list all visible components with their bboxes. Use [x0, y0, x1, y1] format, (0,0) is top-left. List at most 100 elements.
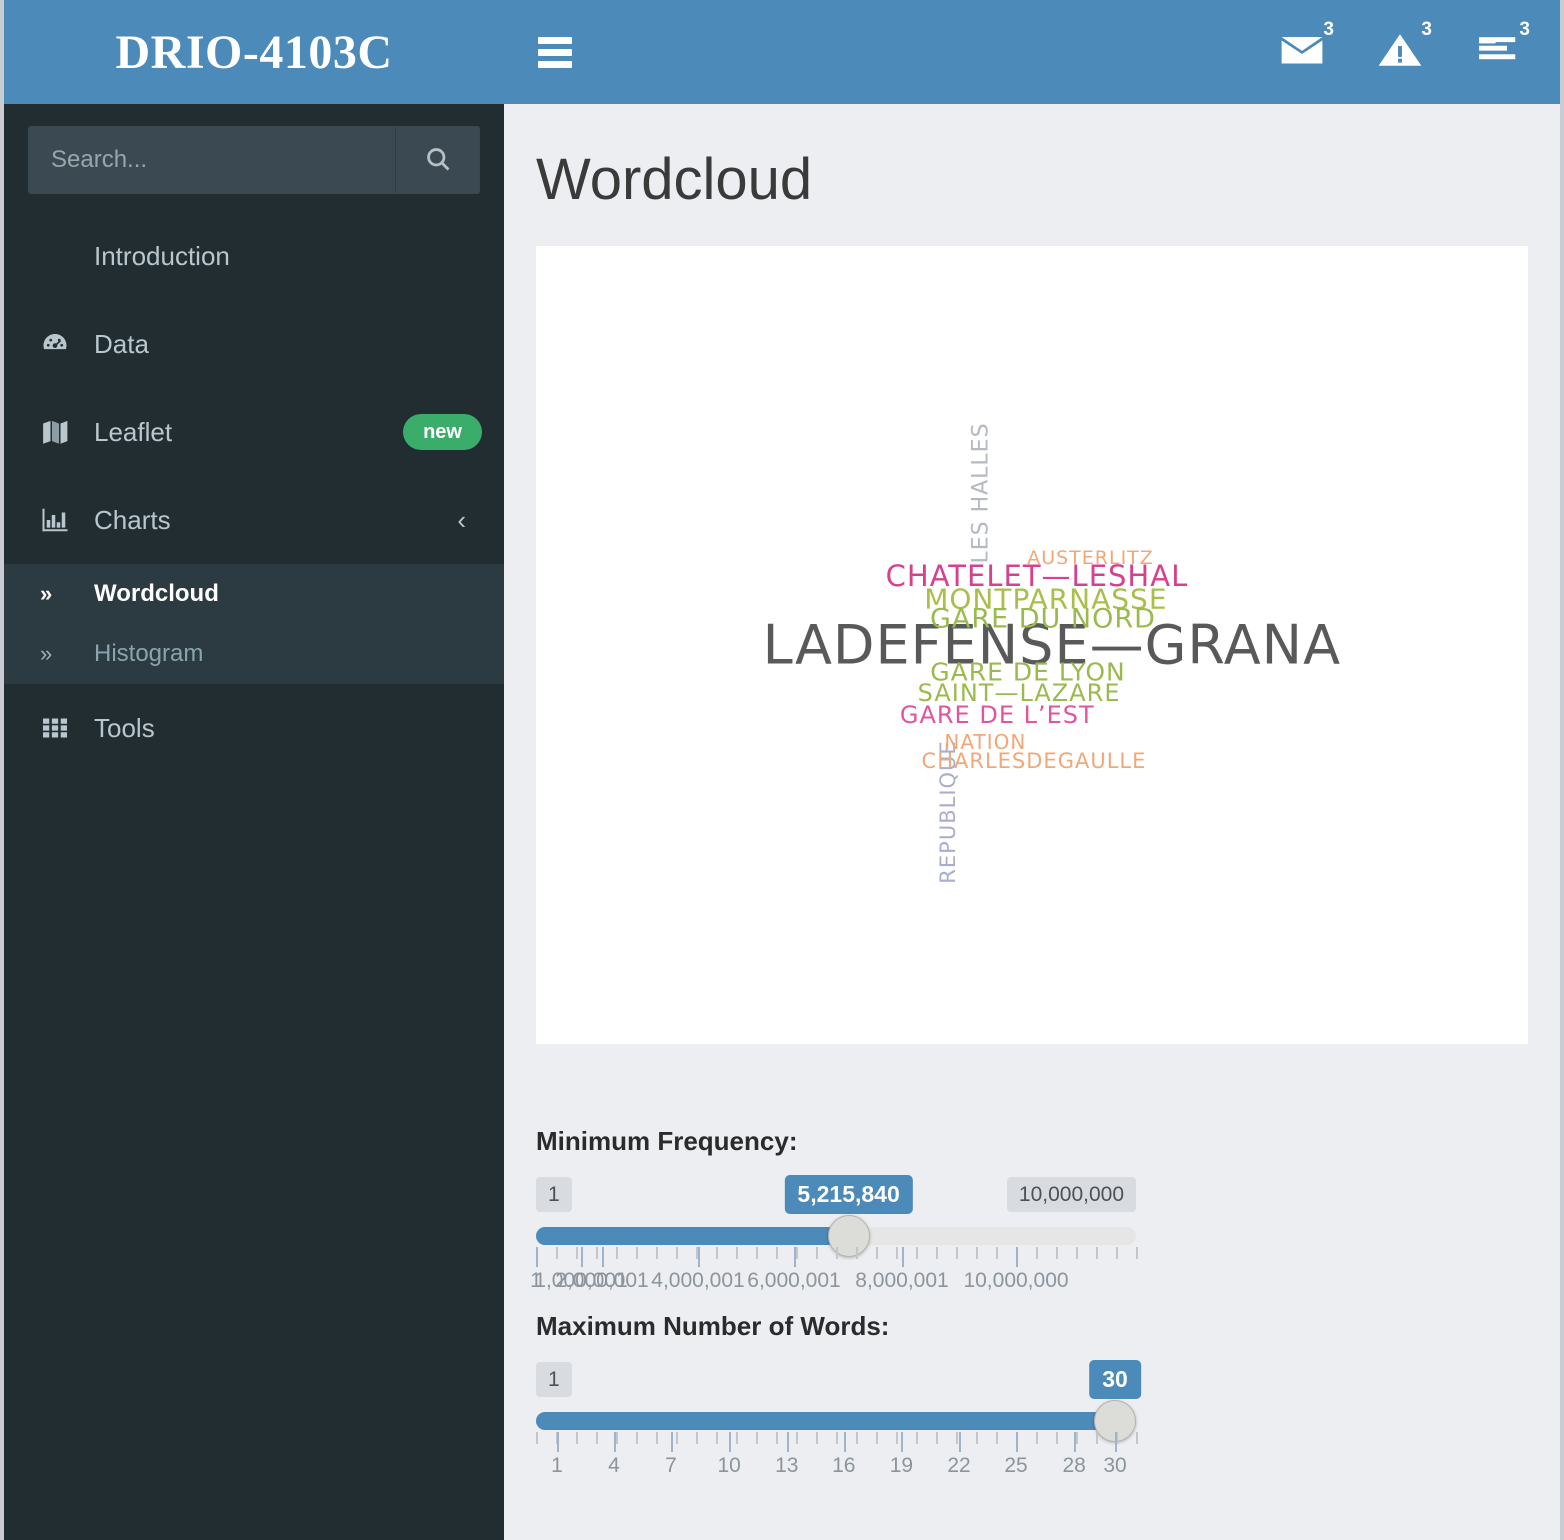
page-title: Wordcloud [536, 147, 813, 212]
max-words-min-pip: 1 [536, 1361, 572, 1397]
slider-tick [1096, 1246, 1098, 1259]
max-words-track[interactable] [536, 1399, 1136, 1442]
slider-tick [916, 1431, 918, 1444]
tasks-icon [1475, 29, 1521, 76]
min-frequency-pips: 1 5,215,840 10,000,000 [536, 1174, 1136, 1223]
wordcloud-panel: LADEFENSE—GRANA CHATELET—LESHAL MONTPARNAS… [536, 245, 1528, 1044]
slider-tick [1136, 1246, 1138, 1259]
sidebar-item-label: Data [94, 328, 149, 359]
slider-tick-label: 10 [717, 1453, 741, 1477]
slider-tick-major [786, 1431, 789, 1452]
slider-tick-major [959, 1431, 961, 1452]
slider-tick [936, 1246, 938, 1259]
slider-tick [856, 1246, 858, 1259]
slider-tick-label: 16 [832, 1453, 856, 1477]
brand-logo[interactable]: DRIO-4103C [4, 0, 504, 104]
sidebar-item-tools[interactable]: Tools [4, 684, 504, 772]
max-words-pips: 1 30 [536, 1359, 1141, 1408]
slider-tick [616, 1431, 618, 1444]
double-chevron-right-icon: » [40, 641, 53, 666]
slider-tick [956, 1431, 958, 1444]
sidebar-item-introduction[interactable]: Introduction [4, 212, 504, 300]
slider-tick [896, 1431, 898, 1444]
messages-menu-button[interactable]: 3 [1266, 17, 1338, 87]
slider-tick [816, 1246, 818, 1259]
slider-tick [896, 1246, 898, 1259]
slider-tick [576, 1246, 578, 1259]
messages-badge: 3 [1323, 19, 1334, 40]
max-words-slider[interactable]: 1 30 1 4 7 10 13 16 19 22 25 28 30 [536, 1359, 1141, 1488]
slider-tick-major [614, 1431, 616, 1452]
slider-tick-major [1074, 1431, 1077, 1452]
chevron-left-icon[interactable]: ‹ [457, 505, 482, 536]
tasks-menu-button[interactable]: 3 [1462, 17, 1534, 87]
slider-tick-major [1115, 1431, 1117, 1452]
slider-tick-label: 10,000,000 [963, 1268, 1069, 1292]
envelope-icon [1279, 29, 1325, 76]
slider-tick [1036, 1431, 1038, 1444]
slider-tick [736, 1431, 738, 1444]
slider-tick [776, 1246, 778, 1259]
slider-tick [976, 1246, 978, 1259]
sidebar-item-label: Charts [94, 504, 171, 535]
min-frequency-tick-labels: 1 1,000,001 2,000,001 4,000,001 6,000,001 8,0… [530, 1268, 1136, 1303]
min-frequency-track[interactable] [536, 1214, 1136, 1257]
wordcloud-canvas[interactable]: LADEFENSE—GRANA CHATELET—LESHAL MONTPARNAS… [536, 246, 1528, 1044]
content-area: Wordcloud LADEFENSE—GRANA CHATELET—LESHAL… [504, 104, 1560, 1540]
slider-tick-major [698, 1246, 700, 1267]
status-badge: new [403, 414, 482, 450]
sidebar-item-label: Introduction [94, 240, 230, 271]
notifications-badge: 3 [1421, 19, 1432, 40]
search-input[interactable] [29, 127, 395, 193]
slider-tick-label: 28 [1062, 1453, 1086, 1477]
search-button[interactable] [395, 127, 479, 193]
slider-tick-major [902, 1246, 904, 1267]
search-icon [424, 145, 452, 176]
slider-tick-major [729, 1431, 732, 1452]
slider-tick [876, 1246, 878, 1259]
sidebar-item-charts[interactable]: Charts ‹ [4, 476, 504, 564]
slider-tick [836, 1246, 838, 1259]
warning-triangle-icon [1377, 29, 1423, 76]
slider-tick [576, 1431, 578, 1444]
wordcloud-word: CHARLESDEGAULLE [921, 748, 1147, 773]
slider-tick [596, 1431, 598, 1444]
sidebar-item-wordcloud[interactable]: » Wordcloud [4, 564, 504, 624]
slider-tick-major [557, 1431, 559, 1452]
hamburger-icon[interactable] [528, 25, 582, 79]
sidebar-item-histogram[interactable]: » Histogram [4, 624, 504, 684]
wordcloud-word: GARE DE L’EST [899, 701, 1095, 730]
sidebar-item-label: Histogram [94, 640, 204, 667]
top-navbar: 3 3 3 [504, 0, 1560, 104]
bar-chart-icon [40, 505, 84, 535]
sidebar-item-data[interactable]: Data [4, 300, 504, 388]
sidebar-search-section [4, 104, 504, 212]
slider-tick [1136, 1431, 1138, 1444]
slider-tick-major [1016, 1246, 1018, 1267]
max-words-value-pip: 30 [1089, 1359, 1141, 1399]
navbar-icon-group: 3 3 3 [1266, 17, 1560, 87]
slider-tick-major [794, 1246, 796, 1267]
map-icon [40, 417, 84, 447]
min-frequency-min-pip: 1 [536, 1176, 572, 1212]
slider-tick-major [602, 1246, 604, 1267]
slider-tick [756, 1246, 758, 1259]
slider-tick [996, 1431, 998, 1444]
slider-tick-major [671, 1431, 673, 1452]
slider-tick [1036, 1246, 1038, 1259]
slider-tick [756, 1431, 758, 1444]
slider-tick [1076, 1431, 1078, 1444]
slider-tick-label: 4 [608, 1453, 620, 1477]
min-frequency-ticks [536, 1246, 1138, 1267]
wordcloud-word: GARE DU NORD [929, 603, 1156, 635]
slider-tick [676, 1246, 678, 1259]
sidebar-item-leaflet[interactable]: Leaflet new [4, 388, 504, 476]
double-chevron-right-icon: » [40, 581, 53, 606]
slider-tick [956, 1246, 958, 1259]
slider-tick [1096, 1431, 1098, 1444]
min-frequency-slider[interactable]: 1 5,215,840 10,000,000 1 1,000,001 2,000,0… [530, 1174, 1138, 1303]
slider-tick [836, 1431, 838, 1444]
content-bottom-edge [536, 1495, 1528, 1500]
notifications-menu-button[interactable]: 3 [1364, 17, 1436, 87]
slider-tick [656, 1246, 658, 1259]
